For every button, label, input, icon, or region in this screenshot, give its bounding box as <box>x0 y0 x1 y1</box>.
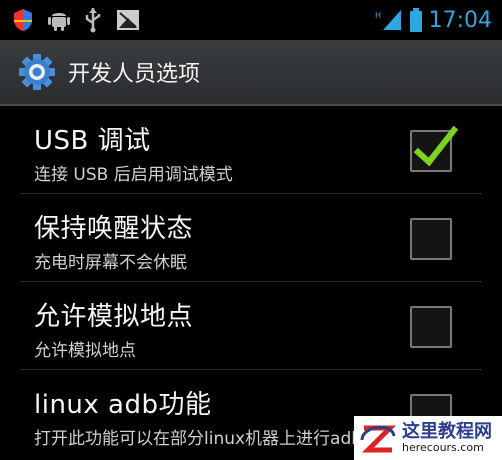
system-icons: H 17:04 <box>375 8 502 33</box>
setting-summary: 充电时屏幕不会休眠 <box>34 253 187 273</box>
usb-icon <box>85 8 101 33</box>
android-icon <box>48 13 70 31</box>
shield-icon <box>14 9 32 31</box>
setting-title: 允许模拟地点 <box>34 302 194 332</box>
battery-icon <box>409 8 422 32</box>
gear-icon[interactable] <box>18 53 56 91</box>
page-title: 开发人员选项 <box>68 62 201 87</box>
notification-icons <box>0 7 140 33</box>
check-icon <box>413 125 459 167</box>
setting-summary: 允许模拟地点 <box>34 341 136 361</box>
setting-summary: 连接 USB 后启用调试模式 <box>34 165 233 185</box>
watermark-logo-icon <box>360 425 397 453</box>
setting-title: 保持唤醒状态 <box>34 214 194 244</box>
site-watermark: 这里教程网 herecours.com <box>354 416 502 460</box>
signal-icon: H <box>375 10 401 30</box>
setting-stay-awake[interactable]: 保持唤醒状态 充电时屏幕不会休眠 <box>0 194 502 282</box>
image-icon <box>117 10 139 30</box>
mock-locations-checkbox[interactable] <box>410 306 452 348</box>
svg-text:H: H <box>375 11 381 20</box>
usb-debugging-checkbox[interactable] <box>410 125 459 172</box>
watermark-url: herecours.com <box>402 440 484 454</box>
setting-usb-debugging[interactable]: USB 调试 连接 USB 后启用调试模式 <box>0 106 502 194</box>
status-bar: H 17:04 <box>0 0 502 40</box>
settings-list: USB 调试 连接 USB 后启用调试模式 保持唤醒状态 充电时屏幕不会休眠 允… <box>0 106 502 458</box>
setting-mock-locations[interactable]: 允许模拟地点 允许模拟地点 <box>0 282 502 370</box>
setting-title: USB 调试 <box>34 126 151 156</box>
watermark-name: 这里教程网 <box>402 420 492 442</box>
stay-awake-checkbox[interactable] <box>410 218 452 260</box>
clock: 17:04 <box>428 7 492 33</box>
setting-summary: 打开此功能可以在部分linux机器上进行adb操作 <box>34 429 397 449</box>
setting-title: linux adb功能 <box>34 390 212 420</box>
watermark-text: 这里教程网 herecours.com <box>402 420 492 454</box>
action-bar: 开发人员选项 <box>0 40 502 106</box>
